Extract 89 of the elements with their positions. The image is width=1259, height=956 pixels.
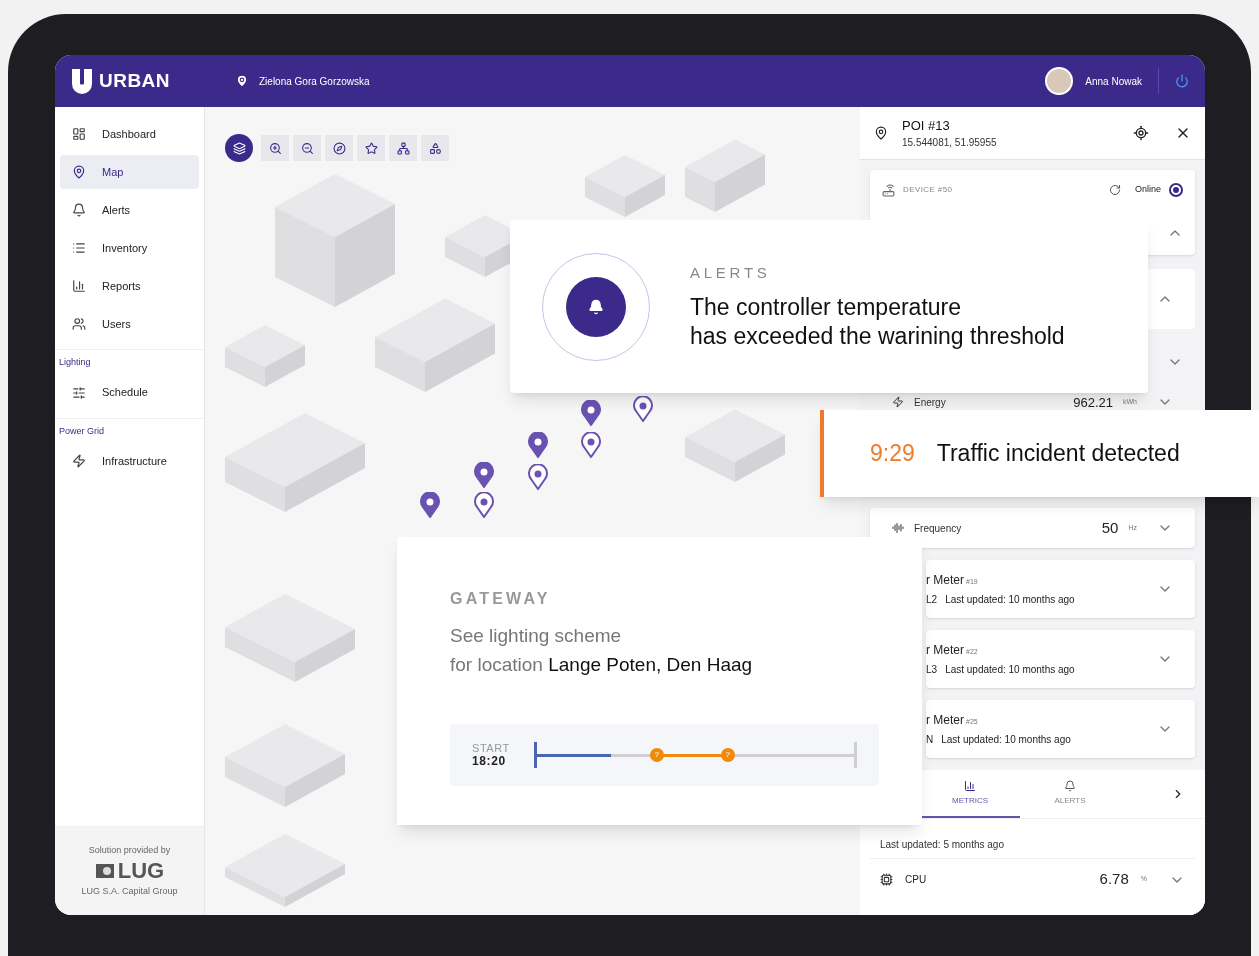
star-icon [364, 141, 378, 155]
sidebar-item[interactable]: Infrastructure [60, 444, 199, 478]
map-tool-button[interactable] [261, 135, 289, 161]
start-label: START [472, 742, 510, 755]
metric-value: 50 [1101, 517, 1119, 538]
company-logo: LUG [117, 860, 165, 882]
sidebar-item[interactable]: Users [60, 307, 199, 341]
info-pin-icon[interactable] [474, 492, 494, 518]
chart-icon [964, 779, 976, 792]
zoom-in-icon [268, 141, 282, 155]
map-pin-icon[interactable] [474, 462, 494, 488]
meter-name: r Meter [926, 712, 964, 729]
cpu-icon [880, 873, 893, 886]
lightning-icon [892, 396, 904, 408]
zoom-out-icon [300, 141, 314, 155]
list-icon [72, 241, 86, 255]
metric-label: Energy [914, 395, 947, 410]
meter-name: r Meter [926, 642, 964, 659]
poi-coordinates: 15.544081, 51.95955 [902, 136, 998, 151]
map-tool-button[interactable] [389, 135, 417, 161]
lightning-icon [72, 454, 86, 468]
meter-name: r Meter [926, 572, 964, 589]
map-tool-button[interactable] [225, 134, 253, 162]
wave-icon [892, 522, 904, 534]
sidebar-item[interactable]: Reports [60, 269, 199, 303]
meter-updated: Last updated: 10 months ago [945, 593, 1075, 607]
map-pin-icon[interactable] [581, 400, 601, 426]
sidebar-item[interactable]: Map [60, 155, 199, 189]
poi-title: POI #13 [902, 116, 951, 135]
gateway-description: See lighting scheme for location Lange Poten, Den Haag [450, 624, 754, 677]
app-logo: URBAN [99, 68, 170, 93]
company-name: LUG S.A. Capital Group [81, 885, 178, 898]
compass-icon [332, 141, 346, 155]
layers-icon [232, 141, 246, 155]
section-label: Power Grid [58, 424, 105, 438]
meter-updated: Last updated: 10 months ago [945, 663, 1075, 677]
status-label: Online [1135, 183, 1161, 197]
map-pin-icon [72, 165, 86, 179]
map-tool-button[interactable] [293, 135, 321, 161]
sidebar-item[interactable]: Schedule [60, 375, 199, 410]
meter-updated: Last updated: 10 months ago [941, 733, 1071, 747]
last-updated: Last updated: 5 months ago [879, 838, 1005, 852]
dashboard-icon [72, 127, 86, 141]
map-tool-button[interactable] [325, 135, 353, 161]
metric-label: Frequency [914, 521, 963, 536]
meter-phase: L2 [926, 593, 938, 607]
sidebar-item[interactable]: Alerts [60, 193, 199, 227]
company-logo-icon [94, 863, 115, 879]
bell-icon [588, 298, 604, 315]
incident-time: 9:29 [870, 439, 915, 469]
location-label: Zielona Gora Gorzowska [259, 74, 370, 89]
panel-tab[interactable]: ALERTS [1020, 770, 1120, 818]
bell-icon [1064, 779, 1076, 792]
footer-caption: Solution provided by [88, 843, 171, 857]
location-pin-icon [235, 74, 249, 88]
meter-phase: L3 [926, 663, 938, 677]
gateway-title: GATEWAY [450, 589, 552, 609]
metric-label: CPU [905, 873, 928, 887]
alert-message: The controller temperature has exceeded the warining threshold [690, 292, 1065, 351]
sidebar-item[interactable]: Dashboard [60, 117, 199, 151]
network-icon [396, 141, 410, 155]
logo-icon [71, 68, 93, 94]
info-pin-icon[interactable] [581, 432, 601, 458]
alert-title: ALERTS [690, 263, 772, 284]
map-tool-button[interactable] [421, 135, 449, 161]
sliders-icon [72, 385, 86, 400]
meter-phase: N [926, 733, 934, 747]
section-label: Lighting [58, 356, 92, 369]
map-tool-button[interactable] [357, 135, 385, 161]
metric-value: 6.78 [1099, 869, 1129, 890]
start-time: 18:20 [472, 755, 507, 768]
locate-icon[interactable] [1133, 125, 1149, 141]
avatar [1045, 67, 1074, 95]
map-pin-icon [874, 126, 888, 140]
metric-value: 962.21 [1073, 394, 1113, 410]
info-pin-icon[interactable] [633, 396, 653, 422]
bell-icon [72, 203, 86, 217]
sidebar-item[interactable]: Inventory [60, 231, 199, 265]
users-icon [72, 317, 86, 331]
incident-message: Traffic incident detected [936, 439, 1180, 469]
refresh-icon[interactable] [1109, 184, 1121, 196]
device-icon [882, 183, 895, 197]
info-pin-icon[interactable] [528, 464, 548, 490]
map-pin-icon[interactable] [420, 492, 440, 518]
chart-icon [72, 279, 86, 293]
user-name: Anna Nowak [1085, 74, 1142, 89]
power-icon[interactable] [1175, 74, 1189, 88]
device-label: DEVICE #50 [903, 184, 954, 196]
map-pin-icon[interactable] [528, 432, 548, 458]
